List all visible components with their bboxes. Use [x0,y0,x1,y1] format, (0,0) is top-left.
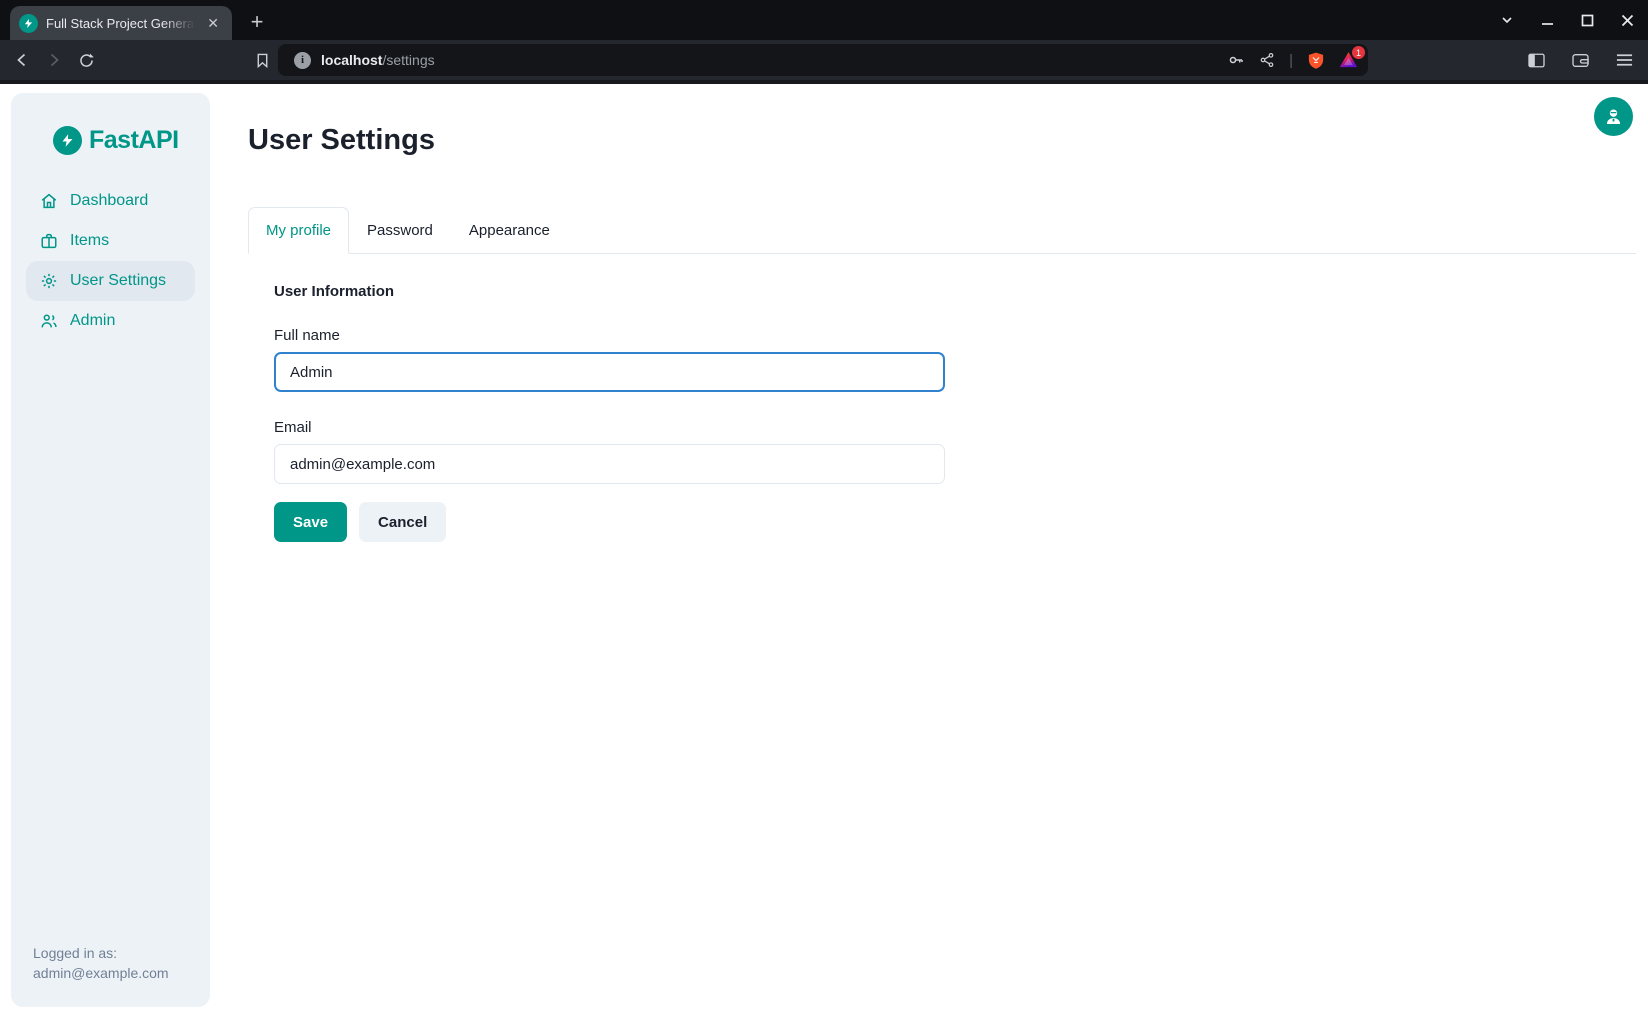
full-name-label: Full name [274,327,945,344]
logged-in-label: Logged in as: [33,943,169,963]
profile-panel: User Information Full name Email Save Ca… [274,283,945,542]
email-label: Email [274,419,945,436]
logged-in-footer: Logged in as: admin@example.com [33,943,169,983]
site-info-icon[interactable]: i [294,52,311,69]
window-minimize-button[interactable] [1534,7,1560,33]
email-input[interactable] [274,444,945,484]
settings-tab-list: My profile Password Appearance [248,207,1636,254]
sidebar-item-user-settings[interactable]: User Settings [26,261,195,301]
brave-shield-icon[interactable] [1307,51,1325,70]
sidebar-item-label: Dashboard [70,192,148,210]
bookmark-icon[interactable] [248,46,276,74]
sidebar-item-dashboard[interactable]: Dashboard [26,181,195,221]
section-title: User Information [274,283,945,300]
tab-my-profile[interactable]: My profile [248,207,349,254]
briefcase-icon [40,232,58,250]
users-icon [40,312,58,330]
sidebar-toggle-icon[interactable] [1522,46,1550,74]
password-key-icon[interactable] [1227,51,1245,69]
tab-appearance[interactable]: Appearance [451,207,568,253]
url-path: /settings [382,52,434,68]
user-icon [1603,106,1624,127]
browser-tab[interactable]: Full Stack Project Genera ✕ [10,6,232,40]
toolbar-divider: | [1289,52,1293,69]
wallet-icon[interactable] [1566,46,1594,74]
sidebar-item-label: Items [70,232,109,250]
sidebar-item-admin[interactable]: Admin [26,301,195,341]
tab-title: Full Stack Project Genera [46,16,195,31]
tab-search-chevron-icon[interactable] [1494,7,1520,33]
back-button[interactable] [8,46,36,74]
menu-hamburger-icon[interactable] [1610,46,1638,74]
fastapi-logo: FastAPI [53,126,179,155]
sidebar-item-label: Admin [70,312,115,330]
chrome-page-divider [0,80,1648,84]
logo-text: FastAPI [89,126,179,155]
sidebar-item-items[interactable]: Items [26,221,195,261]
cancel-button[interactable]: Cancel [359,502,446,542]
brave-rewards-icon[interactable]: 1 [1339,51,1358,69]
browser-toolbar: i localhost /settings | [0,40,1648,80]
url-host: localhost [321,52,382,68]
home-icon [40,192,58,210]
address-bar[interactable]: i localhost /settings | [278,44,1368,76]
save-button[interactable]: Save [274,502,347,542]
fastapi-bolt-icon [53,126,82,155]
app-sidebar: FastAPI Dashboard Items User Settings Ad… [11,93,210,1007]
fastapi-favicon-icon [19,14,38,33]
form-actions: Save Cancel [274,502,945,542]
browser-tab-strip: Full Stack Project Genera ✕ + [0,0,1648,40]
forward-button [40,46,68,74]
tab-password[interactable]: Password [349,207,451,253]
logged-in-email: admin@example.com [33,963,169,983]
page-title: User Settings [248,124,435,157]
full-name-input[interactable] [274,352,945,392]
reload-button[interactable] [72,46,100,74]
share-icon[interactable] [1259,52,1275,68]
user-avatar-button[interactable] [1594,97,1633,136]
gear-icon [40,272,58,290]
window-close-button[interactable] [1614,7,1640,33]
sidebar-item-label: User Settings [70,272,166,290]
sidebar-nav: Dashboard Items User Settings Admin [26,181,195,341]
new-tab-button[interactable]: + [243,8,271,36]
tab-close-icon[interactable]: ✕ [203,14,223,32]
rewards-badge: 1 [1352,46,1365,59]
window-maximize-button[interactable] [1574,7,1600,33]
